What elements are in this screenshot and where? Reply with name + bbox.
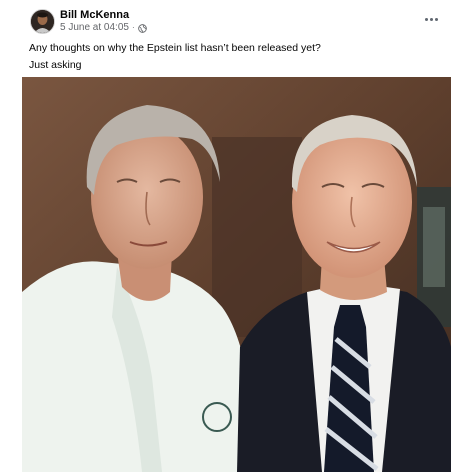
facebook-post: Bill McKenna 5 June at 04:05 · Any thoug…	[0, 0, 474, 474]
author-avatar[interactable]	[30, 9, 55, 34]
post-header: Bill McKenna 5 June at 04:05 ·	[0, 0, 474, 40]
more-dots-icon[interactable]	[422, 12, 440, 26]
author-name[interactable]: Bill McKenna	[60, 9, 129, 22]
post-message-line: Just asking	[29, 59, 82, 71]
post-meta: 5 June at 04:05 ·	[60, 22, 147, 34]
globe-icon	[137, 23, 147, 33]
post-photo[interactable]	[22, 77, 451, 472]
post-message: Any thoughts on why the Epstein list has…	[29, 40, 449, 74]
post-message-line: Any thoughts on why the Epstein list has…	[29, 42, 321, 54]
meta-separator: ·	[131, 23, 135, 32]
post-timestamp[interactable]: 5 June at 04:05	[60, 22, 129, 34]
